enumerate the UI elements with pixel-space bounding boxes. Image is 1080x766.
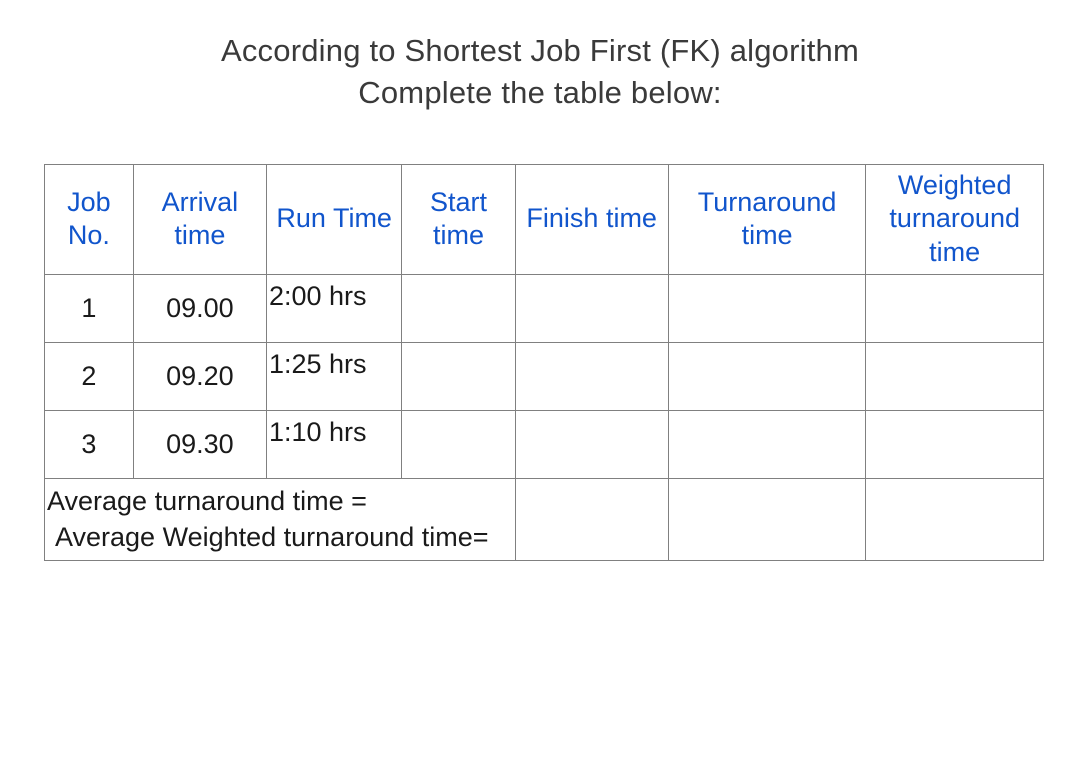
- cell-arrival: 09.20: [133, 342, 266, 410]
- table-row: 1 09.00 2:00 hrs: [45, 274, 1044, 342]
- cell-arrival: 09.00: [133, 274, 266, 342]
- footer-empty: [866, 478, 1044, 560]
- footer-cell: Average turnaround time = Average Weight…: [45, 478, 516, 560]
- cell-turnaround: [668, 342, 866, 410]
- header-weighted: Weighted turnaround time: [866, 164, 1044, 274]
- table-row: 2 09.20 1:25 hrs: [45, 342, 1044, 410]
- sjf-table: Job No. Arrival time Run Time Start time…: [44, 164, 1044, 561]
- cell-turnaround: [668, 274, 866, 342]
- header-run: Run Time: [266, 164, 401, 274]
- footer-empty: [515, 478, 668, 560]
- cell-job: 3: [45, 410, 134, 478]
- avg-weighted-label: Average Weighted turnaround time=: [47, 519, 513, 555]
- cell-job: 2: [45, 342, 134, 410]
- page-title: According to Shortest Job First (FK) alg…: [40, 30, 1040, 114]
- cell-weighted: [866, 342, 1044, 410]
- cell-arrival: 09.30: [133, 410, 266, 478]
- cell-finish: [515, 410, 668, 478]
- table-header-row: Job No. Arrival time Run Time Start time…: [45, 164, 1044, 274]
- footer-row: Average turnaround time = Average Weight…: [45, 478, 1044, 560]
- avg-turnaround-label: Average turnaround time =: [47, 483, 513, 519]
- cell-run: 2:00 hrs: [266, 274, 401, 342]
- cell-weighted: [866, 274, 1044, 342]
- header-start: Start time: [402, 164, 515, 274]
- cell-start: [402, 274, 515, 342]
- header-finish: Finish time: [515, 164, 668, 274]
- cell-finish: [515, 274, 668, 342]
- heading-line-1: According to Shortest Job First (FK) alg…: [221, 33, 859, 68]
- cell-start: [402, 410, 515, 478]
- cell-turnaround: [668, 410, 866, 478]
- cell-weighted: [866, 410, 1044, 478]
- cell-run: 1:10 hrs: [266, 410, 401, 478]
- header-job-no: Job No.: [45, 164, 134, 274]
- cell-run: 1:25 hrs: [266, 342, 401, 410]
- header-arrival: Arrival time: [133, 164, 266, 274]
- footer-empty: [668, 478, 866, 560]
- table-row: 3 09.30 1:10 hrs: [45, 410, 1044, 478]
- cell-finish: [515, 342, 668, 410]
- header-turnaround: Turnaround time: [668, 164, 866, 274]
- page: According to Shortest Job First (FK) alg…: [0, 0, 1080, 766]
- cell-start: [402, 342, 515, 410]
- cell-job: 1: [45, 274, 134, 342]
- heading-line-2: Complete the table below:: [358, 75, 721, 110]
